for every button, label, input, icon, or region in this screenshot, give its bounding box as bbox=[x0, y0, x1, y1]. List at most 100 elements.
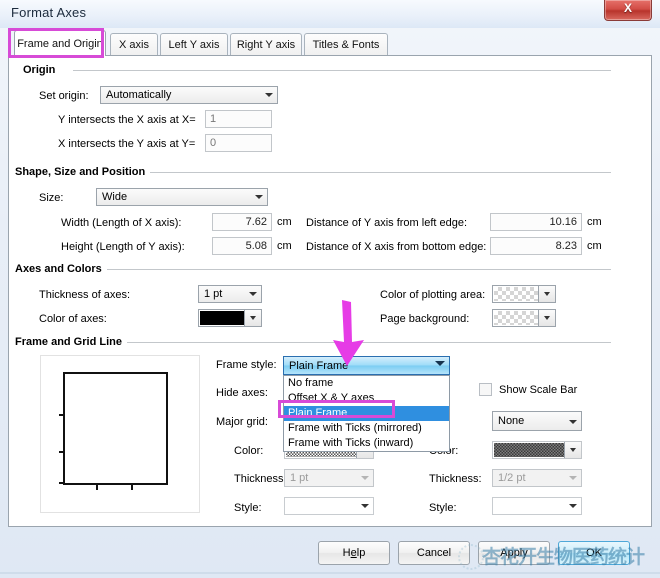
shape-group-title: Shape, Size and Position bbox=[15, 166, 151, 178]
tab-x-axis[interactable]: X axis bbox=[110, 33, 158, 55]
preview-tick bbox=[59, 451, 64, 453]
preview-tick bbox=[96, 485, 98, 490]
thickness-of-axes-combo[interactable]: 1 pt bbox=[198, 285, 262, 303]
left-color-label: Color: bbox=[234, 445, 264, 457]
minor-grid-thickness-value: 1/2 pt bbox=[498, 472, 526, 484]
color-of-axes-swatch[interactable] bbox=[198, 309, 262, 327]
chevron-down-icon bbox=[245, 287, 260, 301]
frame-style-option-ticks-mirrored[interactable]: Frame with Ticks (mirrored) bbox=[284, 421, 449, 436]
major-grid-style-combo[interactable] bbox=[284, 497, 374, 515]
preview-tick bbox=[131, 485, 133, 490]
frame-style-option-offset-xy[interactable]: Offset X & Y axes bbox=[284, 391, 449, 406]
tab-strip: Frame and Origin X axis Left Y axis Righ… bbox=[8, 30, 652, 56]
minor-grid-color-swatch[interactable] bbox=[492, 441, 582, 459]
thickness-of-axes-value: 1 pt bbox=[204, 288, 223, 300]
origin-group-rule bbox=[73, 70, 611, 71]
ok-button-label: OK bbox=[586, 547, 602, 559]
title-bar: Format Axes X bbox=[0, 0, 660, 28]
color-of-axes-label: Color of axes: bbox=[39, 313, 107, 325]
x-intersect-label: X intersects the Y axis at Y= bbox=[58, 138, 196, 150]
distance-x-label: Distance of X axis from bottom edge: bbox=[306, 241, 487, 253]
size-label: Size: bbox=[39, 192, 64, 204]
chevron-down-icon[interactable] bbox=[538, 286, 555, 302]
tab-left-y-axis[interactable]: Left Y axis bbox=[160, 33, 228, 55]
distance-y-input[interactable] bbox=[490, 213, 582, 231]
thickness-of-axes-label: Thickness of axes: bbox=[39, 289, 131, 301]
distance-y-unit: cm bbox=[587, 216, 602, 228]
tab-titles-and-fonts[interactable]: Titles & Fonts bbox=[304, 33, 388, 55]
tab-right-y-axis[interactable]: Right Y axis bbox=[230, 33, 302, 55]
cancel-button[interactable]: Cancel bbox=[398, 541, 470, 565]
ok-button[interactable]: OK bbox=[558, 541, 630, 565]
chevron-down-icon bbox=[565, 499, 580, 513]
preview-axes-frame bbox=[63, 372, 168, 485]
window-title: Format Axes bbox=[11, 5, 87, 20]
frame-style-option-no-frame[interactable]: No frame bbox=[284, 376, 449, 391]
right-thickness-label: Thickness: bbox=[429, 473, 482, 485]
frame-style-option-plain-frame[interactable]: Plain Frame bbox=[284, 406, 449, 421]
major-grid-thickness-combo[interactable]: 1 pt bbox=[284, 469, 374, 487]
size-combo[interactable]: Wide bbox=[96, 188, 268, 206]
show-scale-bar-label: Show Scale Bar bbox=[499, 384, 578, 396]
help-button-label: Help bbox=[342, 547, 366, 559]
page-background-swatch[interactable] bbox=[492, 309, 556, 327]
frame-style-dropdown-list[interactable]: No frame Offset X & Y axes Plain Frame F… bbox=[283, 375, 450, 452]
height-label: Height (Length of Y axis): bbox=[61, 241, 185, 253]
chevron-down-icon bbox=[357, 471, 372, 485]
set-origin-combo[interactable]: Automatically bbox=[100, 86, 278, 104]
distance-y-label: Distance of Y axis from left edge: bbox=[306, 217, 468, 229]
minor-grid-combo[interactable]: None bbox=[492, 411, 582, 431]
width-label: Width (Length of X axis): bbox=[61, 217, 182, 229]
minor-grid-value: None bbox=[498, 415, 525, 427]
set-origin-label: Set origin: bbox=[39, 90, 89, 102]
distance-x-input[interactable] bbox=[490, 237, 582, 255]
footer-divider bbox=[0, 572, 660, 574]
frame-grid-group-title: Frame and Grid Line bbox=[15, 336, 127, 348]
width-input[interactable] bbox=[212, 213, 272, 231]
tab-label: Titles & Fonts bbox=[312, 38, 380, 51]
chevron-down-icon bbox=[565, 471, 580, 485]
tab-label: Left Y axis bbox=[168, 38, 220, 51]
minor-grid-thickness-combo[interactable]: 1/2 pt bbox=[492, 469, 582, 487]
chevron-down-icon[interactable] bbox=[564, 442, 581, 458]
tab-label: X axis bbox=[119, 38, 149, 51]
shape-group-rule bbox=[141, 172, 611, 173]
major-grid-thickness-value: 1 pt bbox=[290, 472, 309, 484]
chevron-down-icon bbox=[357, 499, 372, 513]
close-icon: X bbox=[623, 1, 632, 15]
height-unit: cm bbox=[277, 240, 292, 252]
apply-button[interactable]: Apply bbox=[478, 541, 550, 565]
help-button[interactable]: Help bbox=[318, 541, 390, 565]
frame-style-combo[interactable]: Plain Frame bbox=[283, 356, 450, 375]
frame-preview bbox=[40, 355, 200, 513]
format-axes-dialog: Format Axes X Frame and Origin X axis Le… bbox=[0, 0, 660, 578]
axes-colors-group-rule bbox=[99, 269, 611, 270]
close-button[interactable]: X bbox=[604, 0, 652, 21]
apply-button-label: Apply bbox=[500, 547, 528, 559]
frame-style-label: Frame style: bbox=[216, 359, 277, 371]
chevron-down-icon bbox=[251, 190, 266, 204]
minor-grid-style-combo[interactable] bbox=[492, 497, 582, 515]
frame-style-value: Plain Frame bbox=[289, 360, 349, 372]
tab-frame-and-origin[interactable]: Frame and Origin bbox=[14, 30, 106, 56]
width-unit: cm bbox=[277, 216, 292, 228]
left-thickness-label: Thickness: bbox=[234, 473, 287, 485]
chevron-down-icon bbox=[261, 88, 276, 102]
tab-label: Right Y axis bbox=[236, 38, 296, 51]
chevron-down-icon[interactable] bbox=[244, 310, 261, 326]
y-intersect-label: Y intersects the X axis at X= bbox=[58, 114, 196, 126]
x-intersect-input[interactable] bbox=[205, 134, 272, 152]
page-background-label: Page background: bbox=[380, 313, 470, 325]
frame-grid-group-rule bbox=[119, 342, 611, 343]
color-of-plotting-area-swatch[interactable] bbox=[492, 285, 556, 303]
frame-style-option-ticks-inward[interactable]: Frame with Ticks (inward) bbox=[284, 436, 449, 451]
chevron-down-icon[interactable] bbox=[538, 310, 555, 326]
y-intersect-input[interactable] bbox=[205, 110, 272, 128]
transparent-swatch-fill bbox=[494, 287, 538, 301]
show-scale-bar-checkbox[interactable] bbox=[479, 383, 492, 396]
height-input[interactable] bbox=[212, 237, 272, 255]
hide-axes-label: Hide axes: bbox=[216, 387, 268, 399]
transparent-swatch-fill bbox=[494, 311, 538, 325]
chevron-down-icon bbox=[565, 415, 580, 429]
color-swatch-fill bbox=[200, 311, 244, 325]
